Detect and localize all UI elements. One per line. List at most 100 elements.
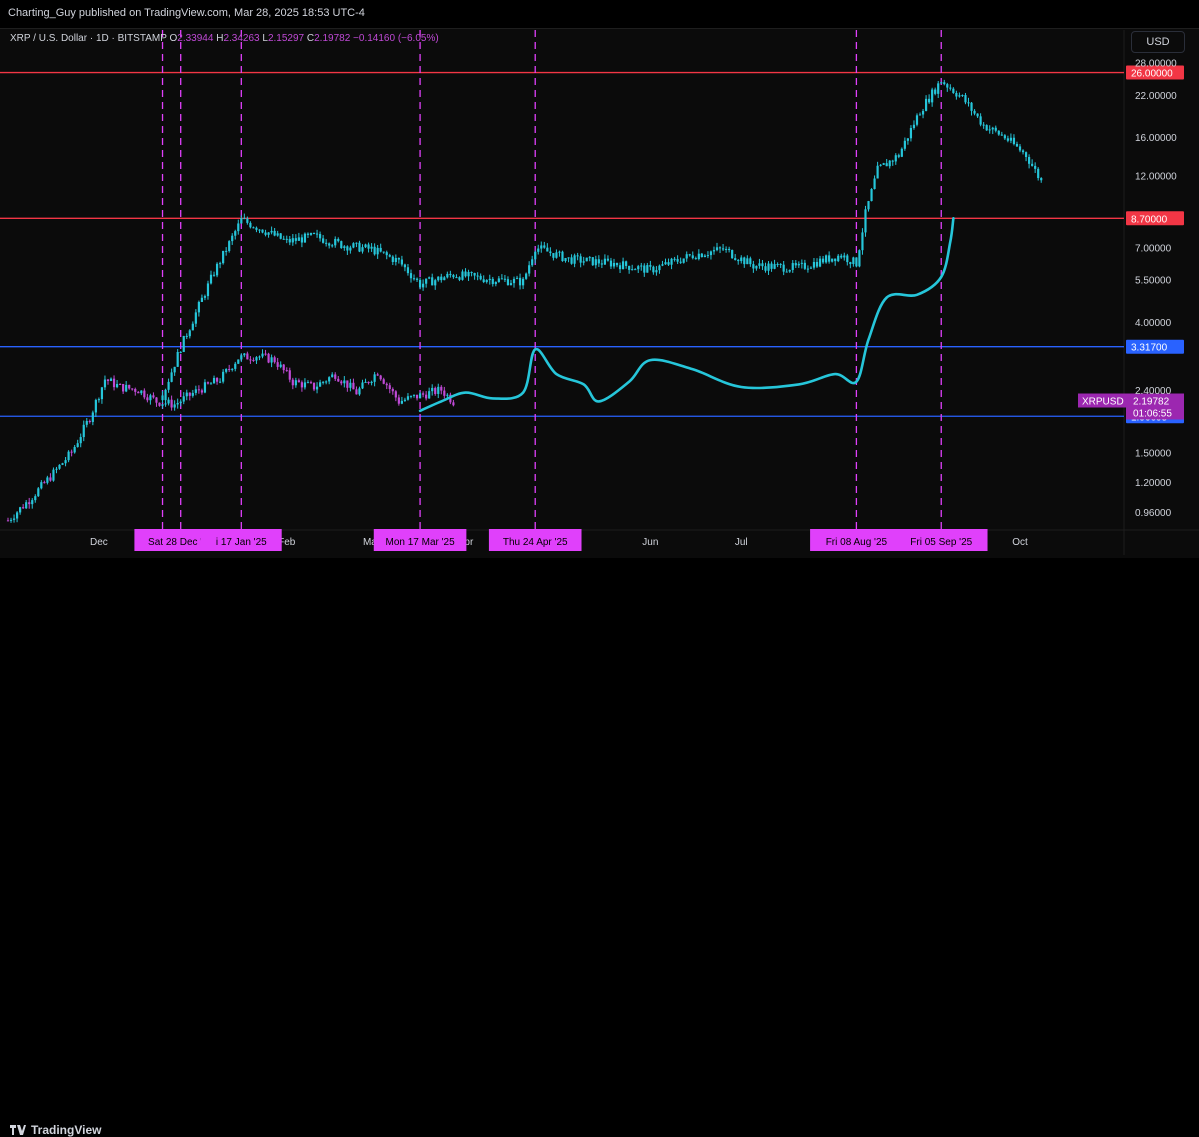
horizontal-levels: 26.000008.700003.317001.96695XRPUSD2.197… [0,65,1184,424]
candle-body [846,255,849,263]
candle-body [1034,165,1037,169]
candle-body [322,238,325,243]
candle-body [367,244,370,249]
candle-body [85,420,88,425]
candle-body [276,362,279,367]
candle-body [582,261,585,263]
date-marker-label: i 17 Jan '25 [216,537,267,548]
candle-body [346,380,349,388]
candle-body [464,271,467,277]
candle-body [500,278,503,280]
candle-body [646,265,649,273]
candle-body [285,370,288,372]
candle-body [200,390,204,393]
candle-body [743,257,746,265]
countdown-label: 01:06:55 [1133,409,1172,420]
candle-body [282,364,285,371]
y-tick-label: 4.00000 [1135,318,1172,329]
candle-body [461,271,464,280]
candle-body [773,264,776,269]
candle-body [391,389,394,392]
candle-body [782,264,785,272]
candle-body [382,379,385,384]
candle-body [625,261,628,266]
currency-button[interactable]: USD [1131,31,1185,53]
candle-body [100,387,104,400]
candle-body [173,404,176,408]
candle-body [585,257,588,262]
candle-body [815,261,819,267]
candle-body [758,263,761,266]
candle-body [170,372,173,382]
candle-body [179,401,182,403]
candle-body [306,382,310,384]
candle-body [921,110,925,115]
candle-body [555,252,558,258]
projection-candles [161,79,1043,405]
candle-body [988,129,991,131]
candle-body [937,83,940,94]
candle-body [764,266,767,271]
candle-body [428,277,431,279]
candle-body [228,369,231,371]
candle-body [670,258,673,265]
price-axis[interactable]: 28.00000 22.00000 16.00000 12.00000 7.00000 5… [1135,59,1177,519]
candle-body [385,383,388,386]
candle-body [52,469,55,481]
candle-body [300,382,304,388]
candle-body [76,443,79,448]
candle-body [658,265,661,271]
candle-body [206,382,210,384]
candle-body [161,404,164,406]
candle-body [382,251,385,253]
candle-body [934,89,937,94]
candle-body [149,395,152,401]
symbol-legend[interactable]: XRP / U.S. Dollar · 1D · BITSTAMP O2.339… [10,33,439,44]
candle-body [637,266,640,270]
candle-body [418,279,422,288]
candle-body [740,257,743,262]
time-axis[interactable]: DecFebMarAprJunJulOctSat 28 Dec '24i 17 … [90,529,1028,551]
candle-body [882,163,885,165]
candle-body [15,512,19,519]
candle-body [840,255,843,258]
candle-body [761,263,764,267]
candle-body [152,395,155,398]
candle-body [306,233,310,235]
candle-body [473,272,476,276]
candle-body [337,378,340,382]
candle-body [867,201,870,210]
candle-body [37,488,40,497]
candle-body [446,394,449,396]
candle-body [818,258,822,267]
candle-body [197,301,200,313]
candle-body [237,359,240,364]
candle-body [249,222,252,228]
candle-body [1018,146,1022,151]
candle-body [855,257,858,267]
tradingview-logo[interactable]: TradingView [10,1123,101,1137]
candle-body [343,246,346,249]
candle-body [785,271,788,273]
price-chart[interactable]: 26.000008.700003.317001.96695XRPUSD2.197… [0,0,1199,587]
candle-body [182,396,185,402]
candle-body [246,353,249,360]
candle-body [179,351,182,353]
candle-body [355,389,358,395]
candle-body [73,447,76,453]
y-tick-label: 16.00000 [1135,133,1177,144]
symbol-name: XRP / U.S. Dollar · 1D · BITSTAMP [10,33,167,44]
candle-body [282,238,285,240]
candle-body [506,279,510,286]
candle-body [394,258,397,262]
candle-body [337,238,340,242]
candle-body [340,381,343,384]
candle-body [897,155,900,157]
candle-body [612,262,616,267]
candle-body [700,253,703,258]
y-tick-label: 2.40000 [1135,386,1172,397]
candle-body [528,265,531,274]
candle-body [952,88,955,93]
candle-body [376,374,379,376]
candle-body [543,245,546,248]
